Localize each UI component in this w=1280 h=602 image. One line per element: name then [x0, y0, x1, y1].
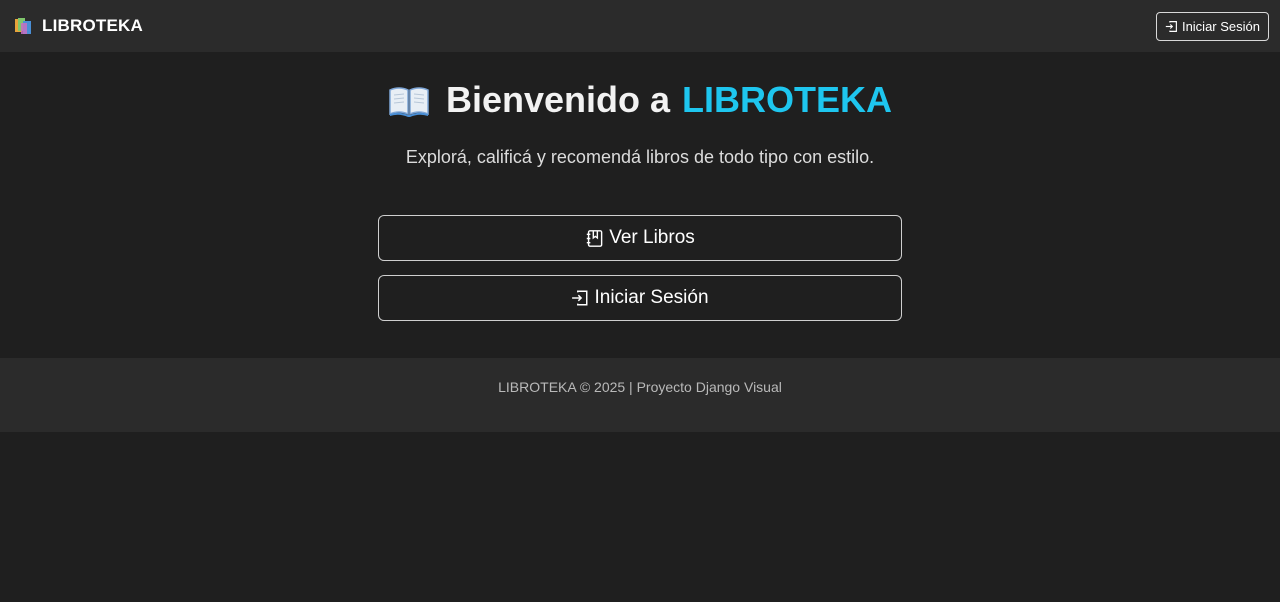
title-brand: LIBROTEKA	[682, 79, 893, 120]
open-book-icon	[389, 87, 429, 117]
login-label: Iniciar Sesión	[594, 287, 709, 308]
brand-link[interactable]: LIBROTEKA	[14, 16, 143, 36]
footer: LIBROTEKA © 2025 | Proyecto Django Visua…	[0, 358, 1280, 432]
login-button[interactable]: Iniciar Sesión	[378, 275, 902, 321]
hero-section: Bienvenido a LIBROTEKA Explorá, calificá…	[0, 52, 1280, 358]
navbar-login-label: Iniciar Sesión	[1181, 18, 1260, 34]
journal-icon	[587, 229, 603, 247]
page-title: Bienvenido a LIBROTEKA	[0, 79, 1280, 121]
footer-text: LIBROTEKA © 2025 | Proyecto Django Visua…	[498, 379, 782, 395]
view-books-label: Ver Libros	[609, 227, 695, 248]
brand-name: LIBROTEKA	[42, 16, 143, 35]
navbar: LIBROTEKA Iniciar Sesión	[0, 0, 1280, 52]
title-prefix: Bienvenido a	[445, 79, 671, 120]
hero-subtitle: Explorá, calificá y recomendá libros de …	[405, 147, 875, 167]
navbar-login-button[interactable]: Iniciar Sesión	[1155, 11, 1269, 41]
books-icon	[15, 18, 31, 34]
view-books-button[interactable]: Ver Libros	[378, 215, 902, 261]
login-icon	[1165, 20, 1177, 32]
login-icon	[572, 290, 588, 306]
